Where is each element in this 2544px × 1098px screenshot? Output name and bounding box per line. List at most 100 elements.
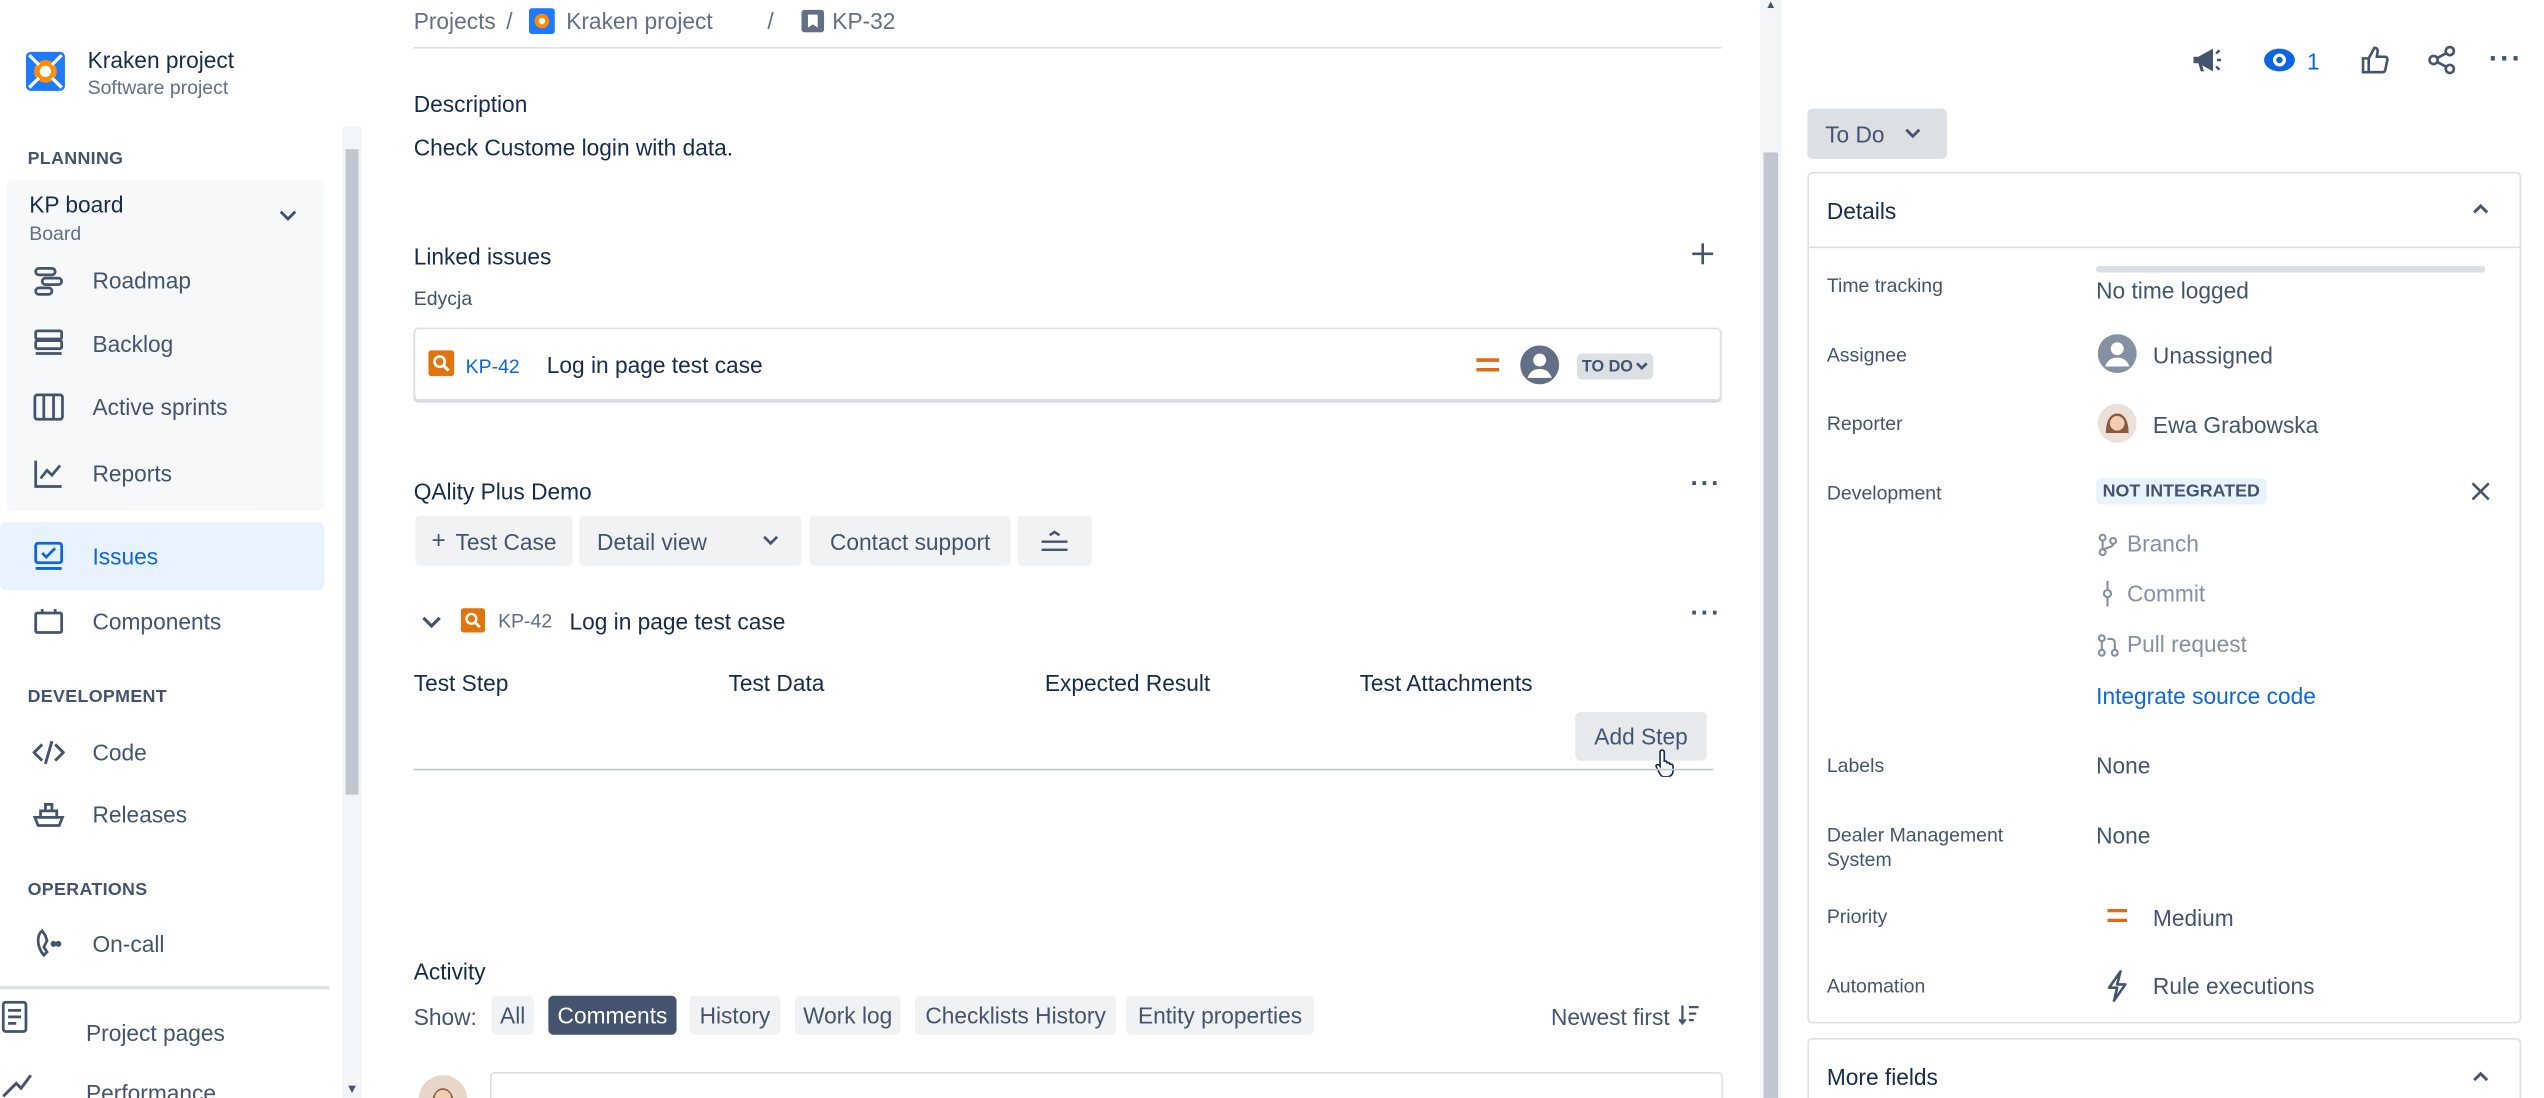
breadcrumb-separator: /	[767, 8, 774, 35]
add-test-case-button[interactable]: + Test Case	[415, 515, 573, 567]
main-scrollbar-thumb[interactable]	[1763, 152, 1779, 1098]
close-icon[interactable]	[2471, 482, 2490, 501]
filter-entity-properties[interactable]: Entity properties	[1125, 995, 1315, 1035]
test-case-icon	[460, 608, 486, 633]
sidebar-item-components[interactable]: Components	[0, 589, 324, 654]
avatar[interactable]	[1520, 345, 1560, 385]
chevron-up-icon[interactable]	[2473, 203, 2489, 214]
components-icon	[32, 605, 64, 637]
reporter-value[interactable]: Ewa Grabowska	[2153, 412, 2318, 438]
commit-link[interactable]: Commit	[2127, 581, 2205, 607]
scroll-up-arrow[interactable]: ▲	[1765, 0, 1776, 11]
sidebar-item-code[interactable]: Code	[0, 720, 324, 785]
breadcrumb-issue[interactable]: KP-32	[832, 8, 895, 34]
sort-order-button[interactable]: Newest first	[1551, 1004, 1670, 1030]
sidebar-item-issues[interactable]: Issues	[0, 522, 325, 591]
watchers-count[interactable]: 1	[2307, 49, 2320, 75]
branch-link[interactable]: Branch	[2127, 530, 2199, 556]
priority-medium-icon	[2106, 907, 2129, 925]
test-case-key[interactable]: KP-42	[498, 610, 552, 633]
integrate-source-code-link[interactable]: Integrate source code	[2096, 683, 2316, 709]
filter-label: Checklists History	[925, 1002, 1106, 1029]
status-button[interactable]: To Do	[1807, 108, 1947, 159]
collapse-all-button[interactable]	[1017, 515, 1092, 567]
avatar	[2097, 334, 2137, 374]
more-actions-icon[interactable]: ···	[1691, 470, 1722, 499]
filter-all[interactable]: All	[491, 995, 534, 1035]
assignee-value[interactable]: Unassigned	[2153, 342, 2273, 368]
project-type: Software project	[87, 76, 229, 99]
sidebar-item-backlog[interactable]: Backlog	[0, 311, 324, 376]
dms-value[interactable]: None	[2096, 822, 2150, 848]
add-step-button[interactable]: Add Step	[1575, 711, 1707, 761]
linked-issues-title: Linked issues	[413, 243, 552, 270]
sidebar-item-performance[interactable]: Performance	[0, 1070, 324, 1098]
filter-history[interactable]: History	[689, 995, 781, 1035]
sort-icon[interactable]	[1678, 1004, 1701, 1025]
sidebar-item-label: Reports	[92, 460, 173, 487]
linked-issue-summary[interactable]: Log in page test case	[547, 352, 763, 378]
view-select[interactable]: Detail view	[579, 515, 802, 567]
chevron-down-icon[interactable]	[422, 616, 441, 629]
automation-value[interactable]: Rule executions	[2153, 973, 2315, 999]
sidebar-item-roadmap[interactable]: Roadmap	[0, 248, 324, 313]
sidebar-item-label: Roadmap	[92, 267, 191, 294]
priority-medium-icon	[1475, 355, 1501, 374]
sidebar-item-label: Issues	[92, 543, 159, 570]
like-icon[interactable]	[2361, 45, 2390, 74]
sidebar-item-on-call[interactable]: On-call	[0, 911, 324, 976]
contact-support-button[interactable]: Contact support	[809, 515, 1011, 567]
megaphone-icon[interactable]	[2190, 45, 2222, 74]
column-header: Test Data	[728, 669, 825, 696]
breadcrumb-projects[interactable]: Projects	[414, 8, 496, 34]
filter-label: Comments	[557, 1002, 668, 1029]
development-label: Development	[1826, 481, 1942, 505]
reporter-avatar	[2097, 403, 2137, 443]
comment-input[interactable]	[489, 1072, 1723, 1098]
sidebar-scrollbar-thumb[interactable]	[345, 149, 359, 795]
issue-main: Projects / Kraken project / KP-32 Descri…	[365, 0, 1761, 1098]
lightning-icon	[2106, 970, 2129, 1002]
more-fields-title[interactable]: More fields	[1827, 1064, 1938, 1090]
cursor-pointer-icon	[1655, 748, 1678, 777]
user-avatar	[418, 1075, 468, 1098]
details-title[interactable]: Details	[1827, 198, 1896, 224]
sidebar-item-project-pages[interactable]: Project pages	[0, 1000, 324, 1066]
sidebar-item-label: Code	[92, 739, 147, 766]
time-tracking-value[interactable]: No time logged	[2096, 277, 2249, 303]
chevron-up-icon[interactable]	[2473, 1070, 2489, 1082]
pull-request-link[interactable]: Pull request	[2127, 631, 2247, 657]
sort-label: Newest first	[1551, 1003, 1670, 1030]
sidebar-item-releases[interactable]: Releases	[0, 782, 324, 847]
releases-icon	[32, 798, 65, 830]
test-case-summary[interactable]: Log in page test case	[569, 608, 785, 634]
more-icon[interactable]: ···	[2489, 42, 2523, 76]
sidebar-divider	[0, 986, 330, 990]
time-tracking-bar[interactable]	[2096, 265, 2486, 273]
breadcrumb-project[interactable]: Kraken project	[566, 8, 712, 34]
filter-work-log[interactable]: Work log	[794, 995, 901, 1035]
sidebar-item-active-sprints[interactable]: Active sprints	[0, 375, 324, 440]
filter-checklists-history[interactable]: Checklists History	[915, 995, 1117, 1035]
priority-value[interactable]: Medium	[2153, 905, 2234, 931]
watch-icon[interactable]	[2263, 47, 2295, 73]
scroll-down-arrow[interactable]: ▼	[346, 1082, 359, 1097]
reporter-label: Reporter	[1826, 411, 1903, 435]
chevron-down-icon[interactable]	[279, 209, 297, 222]
description-text[interactable]: Check Custome login with data.	[414, 135, 733, 161]
filter-comments[interactable]: Comments	[548, 995, 677, 1035]
share-icon[interactable]	[2427, 45, 2456, 75]
project-name[interactable]: Kraken project	[88, 47, 234, 73]
description-title: Description	[413, 90, 528, 117]
add-icon[interactable]	[1692, 243, 1714, 265]
labels-value[interactable]: None	[2096, 753, 2150, 779]
linked-issue-key[interactable]: KP-42	[466, 355, 520, 378]
linked-issue-row[interactable]: KP-42 Log in page test case TO DO	[413, 327, 1722, 401]
test-case-actions-icon[interactable]: ···	[1691, 600, 1722, 629]
sidebar-item-reports[interactable]: Reports	[0, 441, 324, 506]
status-badge[interactable]: TO DO	[1576, 353, 1655, 380]
qality-title: QAlity Plus Demo	[413, 478, 592, 505]
add-test-case-label: Test Case	[455, 527, 557, 554]
on-call-icon	[32, 928, 64, 960]
project-avatar[interactable]	[25, 51, 65, 91]
